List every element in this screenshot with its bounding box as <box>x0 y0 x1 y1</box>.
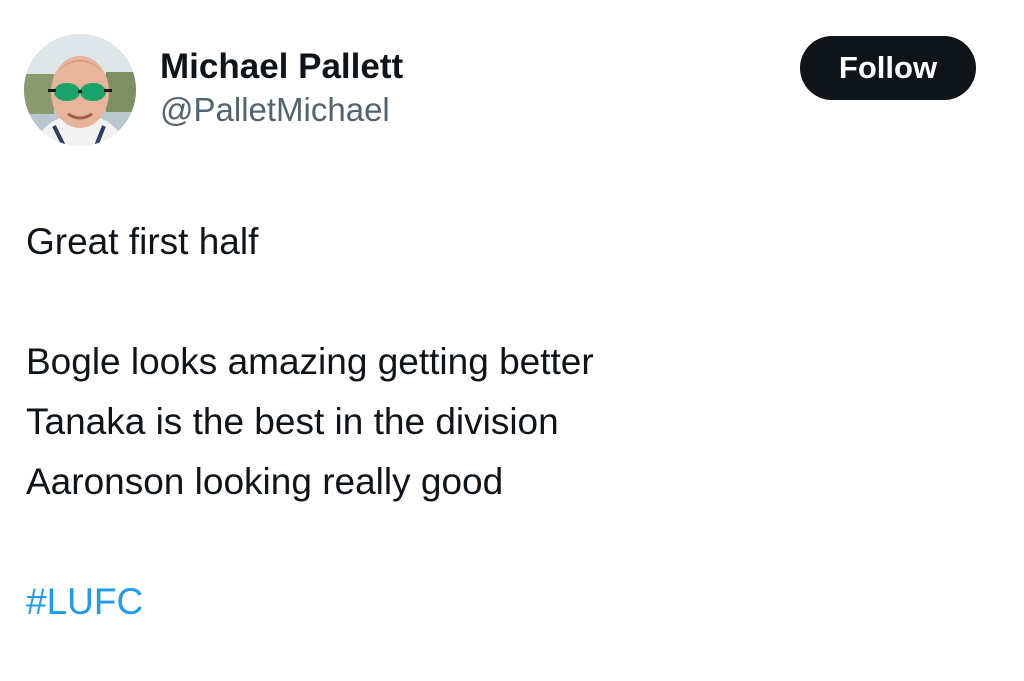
hashtag-link[interactable]: #LUFC <box>26 572 143 632</box>
follow-button[interactable]: Follow <box>800 36 976 100</box>
author-names: Michael Pallett @PalletMichael <box>160 46 403 132</box>
tweet-text-line: Aaronson looking really good <box>26 461 504 502</box>
tweet-card: Michael Pallett @PalletMichael Follow Gr… <box>0 0 1024 681</box>
profile-photo-icon <box>24 34 136 146</box>
author-display-name[interactable]: Michael Pallett <box>160 46 403 88</box>
tweet-text-line: Great first half <box>26 221 259 262</box>
tweet-text-line: Bogle looks amazing getting better <box>26 341 594 382</box>
author-handle[interactable]: @PalletMichael <box>160 88 403 132</box>
tweet-text-line: Tanaka is the best in the division <box>26 401 559 442</box>
avatar[interactable] <box>24 34 136 146</box>
tweet-text: Great first half Bogle looks amazing get… <box>26 212 966 632</box>
tweet-header: Michael Pallett @PalletMichael Follow <box>24 34 984 146</box>
